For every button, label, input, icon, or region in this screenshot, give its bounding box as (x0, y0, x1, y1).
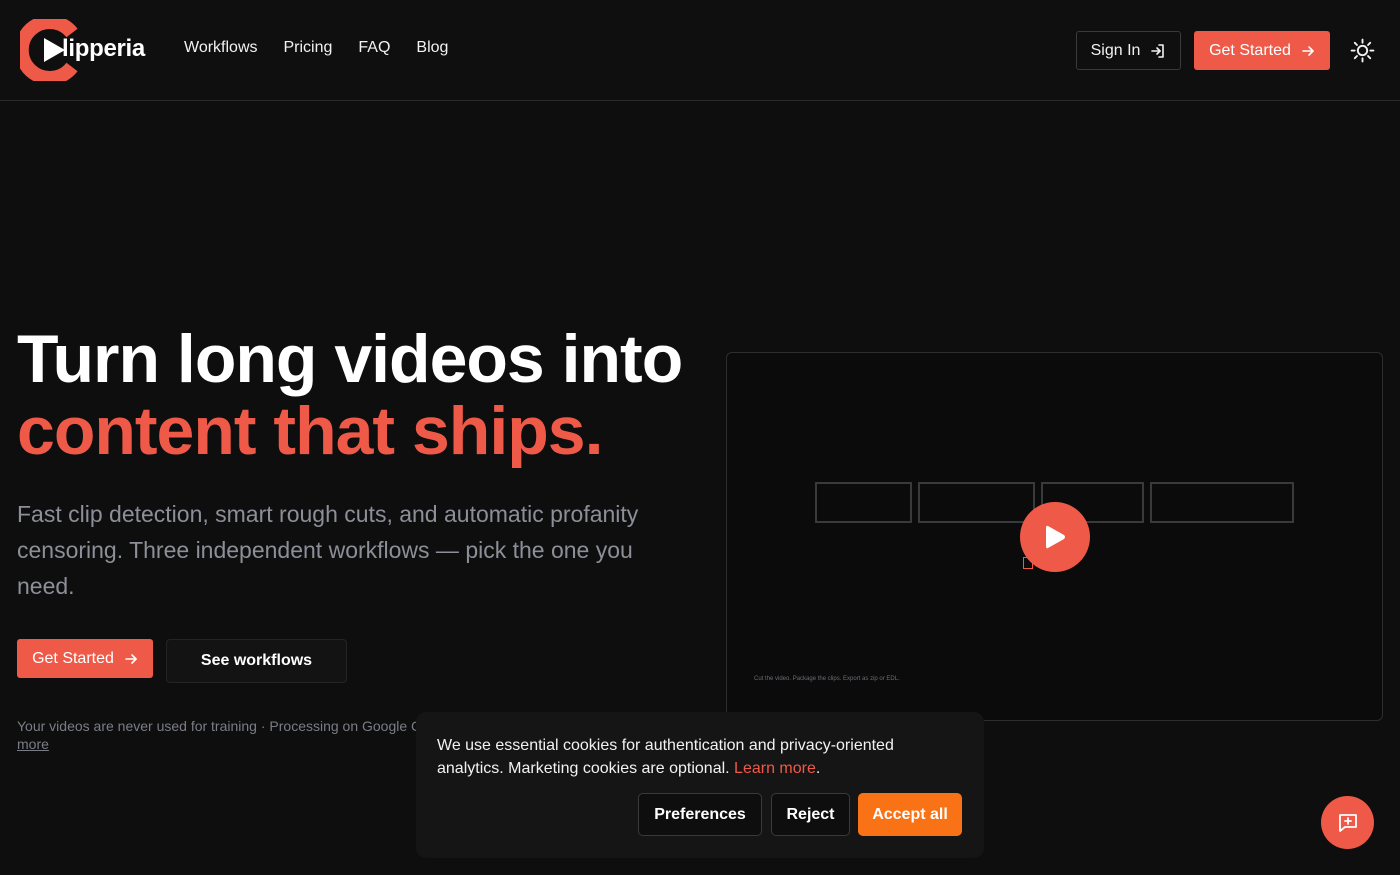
logo[interactable]: lipperia (20, 19, 145, 81)
nav-faq[interactable]: FAQ (358, 39, 390, 57)
cookie-preferences-button[interactable]: Preferences (638, 793, 762, 836)
cookie-learn-more-link[interactable]: Learn more (734, 760, 816, 777)
chat-plus-icon (1338, 813, 1357, 832)
cookie-message-text: We use essential cookies for authenticat… (437, 737, 894, 777)
hero-get-started-label: Get Started (32, 649, 114, 667)
cookie-message-end: . (815, 760, 821, 777)
hero-title: Turn long videos into content that ships… (17, 323, 697, 467)
cookie-reject-button[interactable]: Reject (771, 793, 850, 836)
sign-in-button[interactable]: Sign In (1076, 31, 1181, 70)
arrow-right-icon (1302, 45, 1314, 56)
nav-blog[interactable]: Blog (416, 39, 448, 57)
timeline-clip (1150, 482, 1294, 523)
hero-get-started-button[interactable]: Get Started (17, 639, 153, 678)
logo-text: lipperia (62, 35, 145, 62)
timeline-clip (918, 482, 1035, 523)
play-button[interactable] (1020, 502, 1090, 572)
header-get-started-button[interactable]: Get Started (1194, 31, 1330, 70)
hero-title-line-2: content that ships. (17, 393, 603, 469)
video-caption: Cut the video. Package the clips. Export… (754, 676, 900, 682)
privacy-more-link[interactable]: more (17, 736, 49, 752)
site-header: lipperia Workflows Pricing FAQ Blog Sign… (0, 0, 1400, 101)
nav-workflows[interactable]: Workflows (184, 39, 258, 57)
cookie-accept-all-button[interactable]: Accept all (858, 793, 962, 836)
header-get-started-label: Get Started (1209, 41, 1291, 59)
cookie-message: We use essential cookies for authenticat… (437, 734, 957, 780)
play-icon (1046, 525, 1065, 549)
main-nav: Workflows Pricing FAQ Blog (184, 39, 448, 57)
sign-in-label: Sign In (1090, 41, 1141, 59)
demo-video[interactable]: Cut the video. Package the clips. Export… (726, 352, 1383, 721)
timeline-clip (815, 482, 912, 523)
chat-button[interactable] (1321, 796, 1374, 849)
login-icon (1151, 43, 1165, 58)
see-workflows-button[interactable]: See workflows (166, 639, 347, 683)
hero-subtitle: Fast clip detection, smart rough cuts, a… (17, 501, 639, 599)
sun-icon[interactable] (1350, 38, 1375, 63)
privacy-note-text: Your videos are never used for training … (17, 718, 422, 734)
arrow-right-icon (125, 653, 137, 664)
cookie-banner: We use essential cookies for authenticat… (416, 712, 984, 858)
privacy-note: Your videos are never used for training … (17, 717, 437, 753)
nav-pricing[interactable]: Pricing (284, 39, 333, 57)
hero-title-line-1: Turn long videos into (17, 321, 683, 397)
